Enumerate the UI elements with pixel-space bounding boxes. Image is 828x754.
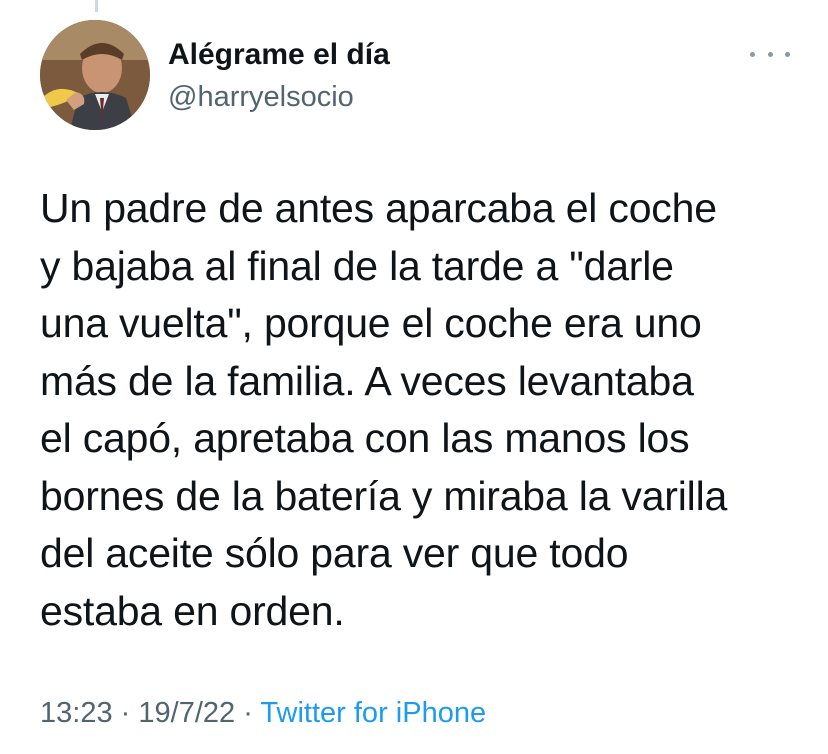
tweet-date[interactable]: 19/7/22 bbox=[138, 697, 235, 729]
avatar-image bbox=[40, 20, 150, 130]
tweet-text-line: Un padre de antes aparcaba el coche bbox=[40, 185, 717, 231]
tweet-text-line: estaba en orden. bbox=[40, 587, 345, 634]
meta-separator: · bbox=[243, 697, 253, 729]
more-options-button[interactable] bbox=[750, 44, 790, 64]
thread-connector-line bbox=[95, 0, 98, 12]
tweet-source-link[interactable]: Twitter for iPhone bbox=[260, 697, 486, 729]
tweet-text: Un padre de antes aparcaba el coche y ba… bbox=[40, 180, 800, 640]
tweet-time[interactable]: 13:23 bbox=[40, 697, 113, 729]
author-info[interactable]: Alégrame el día @harryelsocio bbox=[168, 36, 390, 116]
meta-separator: · bbox=[120, 697, 131, 729]
tweet-text-line: y bajaba al final de la tarde a "darle bbox=[40, 242, 674, 289]
tweet-text-line: el capó, apretaba con las manos los bbox=[40, 415, 690, 461]
tweet-metadata: 13:23 · 19/7/22 · Twitter for iPhone bbox=[40, 694, 486, 732]
more-options-icon bbox=[785, 51, 790, 57]
tweet-text-line: una vuelta", porque el coche era uno bbox=[40, 300, 702, 346]
author-display-name[interactable]: Alégrame el día bbox=[168, 36, 390, 74]
tweet-text-line: más de la familia. A veces levantaba bbox=[40, 357, 694, 404]
avatar[interactable] bbox=[40, 20, 150, 130]
tweet-text-line: del aceite sólo para ver que todo bbox=[40, 530, 629, 576]
author-handle[interactable]: @harryelsocio bbox=[168, 78, 390, 116]
more-options-icon bbox=[767, 51, 773, 57]
more-options-icon bbox=[750, 51, 755, 57]
tweet-text-line: bornes de la batería y miraba la varilla bbox=[40, 472, 728, 519]
